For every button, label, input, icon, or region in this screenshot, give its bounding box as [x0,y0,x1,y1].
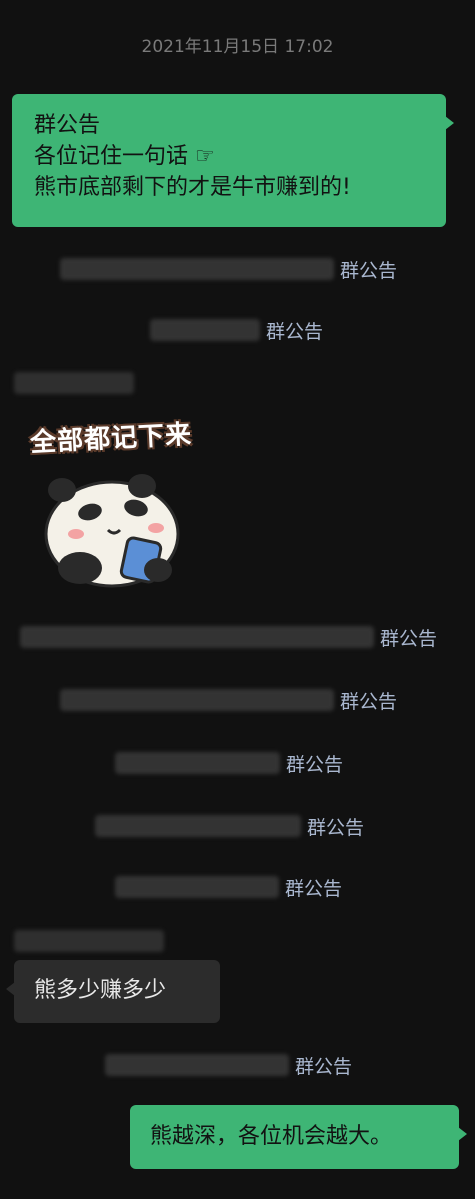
announcement-line3: 熊市底部剩下的才是牛市赚到的! [34,175,351,200]
blurred-text [115,752,280,774]
system-message: 群公告 [60,686,397,714]
blurred-text [20,626,374,648]
panda-icon [44,474,180,588]
blurred-text [60,258,334,280]
blurred-text [150,319,260,341]
incoming-message-text: 熊多少赚多少 [34,978,167,1003]
announcement-link[interactable]: 群公告 [380,624,437,651]
system-message: 群公告 [115,873,342,901]
announcement-link[interactable]: 群公告 [286,750,343,777]
announcement-title: 群公告 [34,113,101,138]
announcement-link[interactable]: 群公告 [340,687,397,714]
sender-name-blurred [14,372,134,394]
outgoing-message-bubble[interactable]: 熊越深，各位机会越大。 [130,1105,467,1169]
announcement-line2: 各位记住一句话 ☞ [34,144,215,169]
blurred-text [60,689,334,711]
announcement-bubble[interactable]: 群公告 各位记住一句话 ☞ 熊市底部剩下的才是牛市赚到的! [12,94,454,227]
blurred-text [95,815,301,837]
system-message: 群公告 [95,812,364,840]
system-message: 群公告 [60,255,397,283]
outgoing-message-text: 熊越深，各位机会越大。 [150,1124,393,1149]
sender-name-blurred [14,930,164,952]
announcement-link[interactable]: 群公告 [307,813,364,840]
announcement-link[interactable]: 群公告 [340,256,397,283]
system-message: 群公告 [105,1051,352,1079]
announcement-link[interactable]: 群公告 [295,1052,352,1079]
blurred-text [115,876,279,898]
incoming-message-bubble[interactable]: 熊多少赚多少 [6,960,220,1023]
system-message: 群公告 [20,623,437,651]
announcement-link[interactable]: 群公告 [266,317,323,344]
timestamp: 2021年11月15日 17:02 [141,37,334,57]
blurred-text [105,1054,289,1076]
system-message: 群公告 [150,316,323,344]
system-message: 群公告 [115,749,343,777]
panda-sticker[interactable]: 全部都记下来 [22,412,212,588]
announcement-link[interactable]: 群公告 [285,874,342,901]
sticker-caption: 全部都记下来 [29,419,193,459]
